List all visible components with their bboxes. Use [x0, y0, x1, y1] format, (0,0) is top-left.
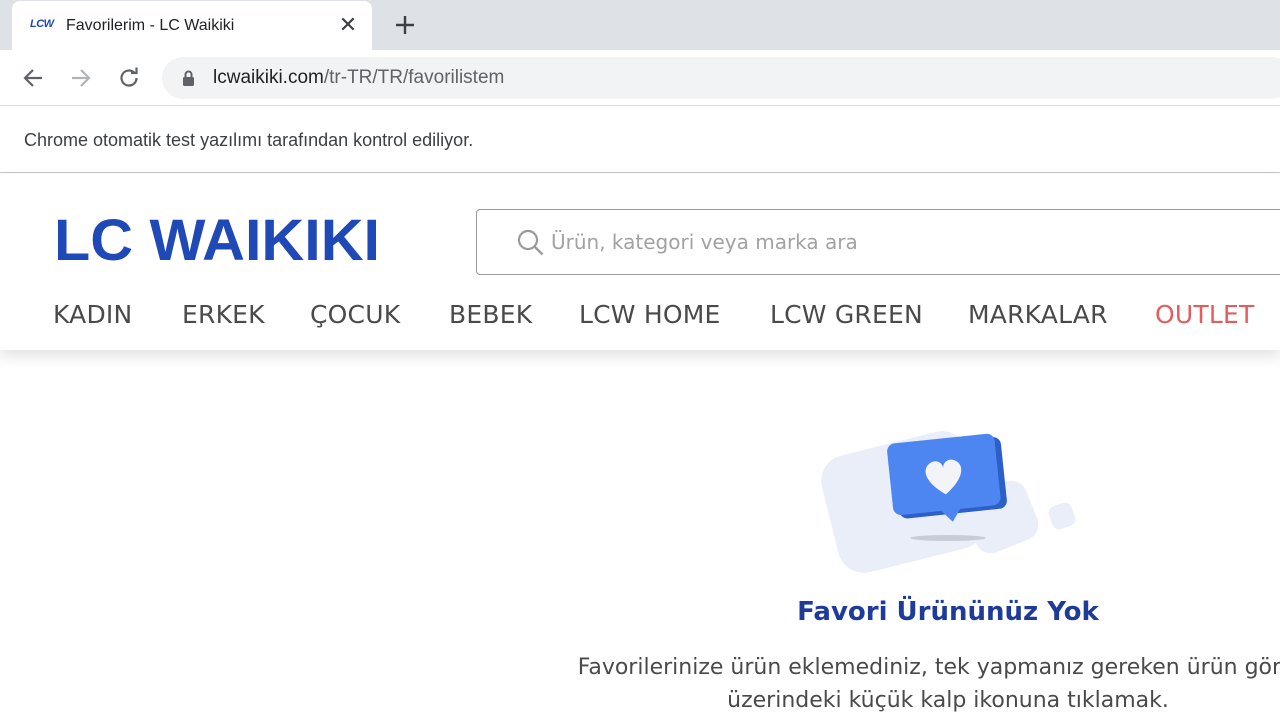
- infobar-text: Chrome otomatik test yazılımı tarafından…: [24, 130, 474, 150]
- nav-item-lcw-home[interactable]: LCW HOME: [579, 300, 721, 329]
- lcw-favicon-icon: LCW: [30, 18, 54, 30]
- empty-state-title: Favori Ürününüz Yok: [797, 597, 1099, 627]
- tab-title: Favorilerim - LC Waikiki: [66, 17, 235, 34]
- back-button[interactable]: [19, 64, 47, 92]
- heart-bubble-illustration: [821, 431, 1076, 573]
- nav-item-cocuk[interactable]: ÇOCUK: [310, 300, 400, 329]
- new-tab-button[interactable]: [390, 10, 420, 40]
- nav-item-kadin[interactable]: KADIN: [53, 300, 132, 329]
- arrow-right-icon: [72, 69, 91, 87]
- address-bar[interactable]: lcwaikiki.com/tr-TR/TR/favorilistem: [162, 57, 1280, 99]
- nav-item-lcw-green[interactable]: LCW GREEN: [770, 300, 923, 329]
- plus-icon: [396, 16, 414, 34]
- empty-state-line-2: üzerindeki küçük kalp ikonuna tıklamak.: [727, 688, 1169, 713]
- forward-button[interactable]: [67, 64, 95, 92]
- search-icon: [517, 229, 544, 256]
- url-path: /tr-TR/TR/favorilistem: [323, 67, 505, 88]
- automation-infobar: Chrome otomatik test yazılımı tarafından…: [0, 107, 1280, 173]
- logo-text: LC WAIKIKI: [54, 214, 380, 264]
- search-box[interactable]: [476, 209, 1280, 275]
- lcw-logo[interactable]: LC WAIKIKI: [54, 208, 382, 273]
- lcw-logo-image: LC WAIKIKI: [54, 208, 380, 273]
- browser-tab-strip: LCW Favorilerim - LC Waikiki ✕: [0, 0, 1280, 50]
- nav-item-markalar[interactable]: MARKALAR: [968, 300, 1108, 329]
- main-nav: KADIN ERKEK ÇOCUK BEBEK LCW HOME LCW GRE…: [0, 300, 1280, 340]
- empty-state-description: Favorilerinize ürün eklemediniz, tek yap…: [0, 651, 1280, 717]
- browser-toolbar: lcwaikiki.com/tr-TR/TR/favorilistem: [0, 50, 1280, 106]
- empty-state-line-1: Favorilerinize ürün eklemediniz, tek yap…: [577, 655, 1280, 680]
- nav-item-bebek[interactable]: BEBEK: [449, 300, 532, 329]
- reload-icon: [120, 67, 138, 87]
- browser-tab[interactable]: LCW Favorilerim - LC Waikiki ✕: [12, 1, 372, 50]
- reload-button[interactable]: [115, 64, 143, 92]
- arrow-left-icon: [23, 69, 42, 87]
- nav-item-outlet[interactable]: OUTLET: [1155, 300, 1254, 329]
- close-tab-icon[interactable]: ✕: [336, 13, 360, 37]
- url-text: lcwaikiki.com/tr-TR/TR/favorilistem: [213, 67, 504, 89]
- nav-item-erkek[interactable]: ERKEK: [182, 300, 265, 329]
- lock-icon: [183, 70, 194, 86]
- search-input[interactable]: [551, 222, 1251, 262]
- site-header: LC WAIKIKI KADIN ERKEK ÇOCUK BEBEK LCW H…: [0, 174, 1280, 350]
- url-host: lcwaikiki.com: [213, 67, 324, 88]
